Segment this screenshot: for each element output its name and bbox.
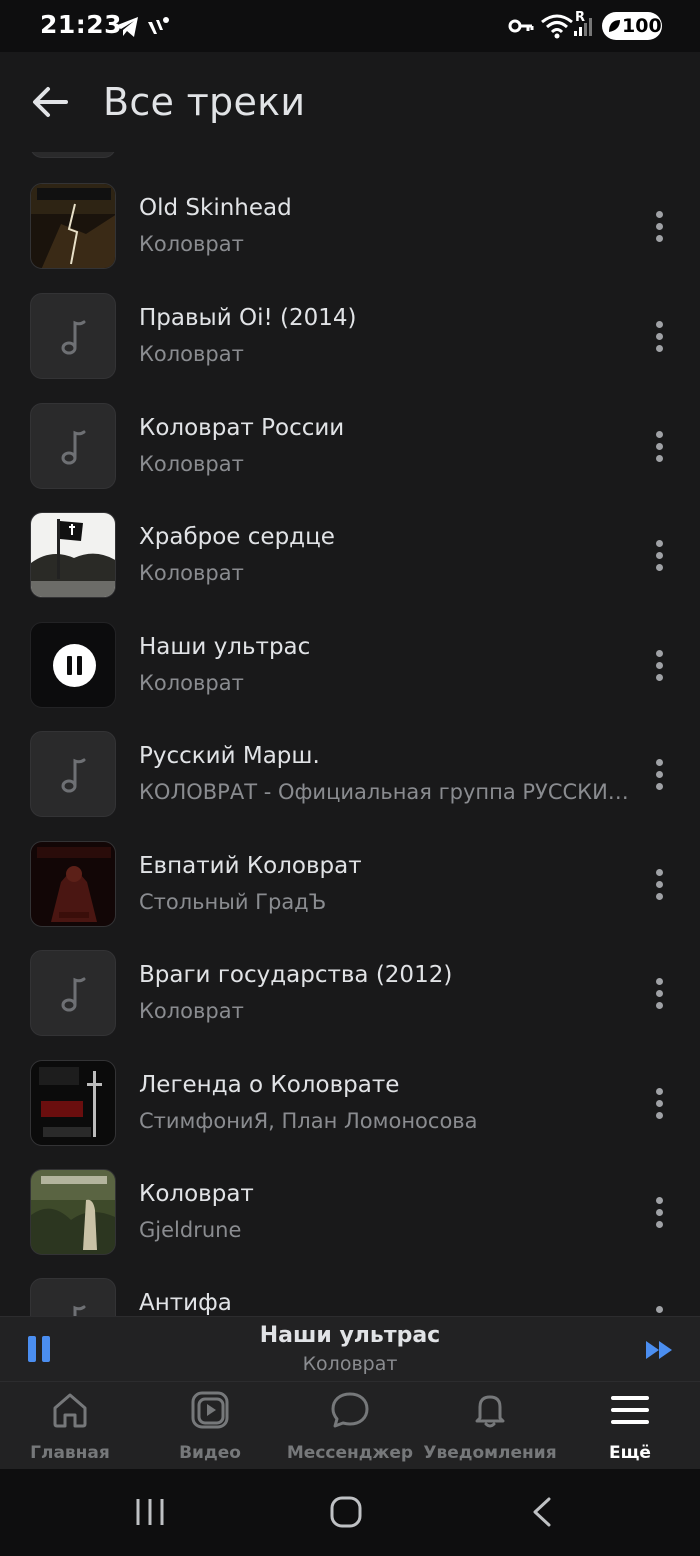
more-options-icon[interactable] xyxy=(645,648,675,684)
more-options-icon[interactable] xyxy=(645,867,675,903)
track-row[interactable]: Легенда о Коловрате СтимфониЯ, План Ломо… xyxy=(0,1060,700,1170)
track-row[interactable]: Храброе сердце Коловрат xyxy=(0,512,700,622)
tab-label: Уведомления xyxy=(423,1443,557,1463)
more-options-icon[interactable] xyxy=(645,1195,675,1231)
music-note-placeholder-icon xyxy=(30,403,116,489)
music-note-placeholder-icon xyxy=(30,950,116,1036)
track-artist[interactable]: Коловрат xyxy=(139,999,629,1023)
more-options-icon[interactable] xyxy=(645,209,675,245)
more-options-icon[interactable] xyxy=(645,1086,675,1122)
tab-more[interactable]: Ещё xyxy=(560,1382,700,1470)
tab-video[interactable]: Видео xyxy=(140,1382,280,1470)
tab-label: Главная xyxy=(30,1443,110,1463)
status-bar: 21:23 R 100 xyxy=(0,0,700,52)
track-artist[interactable]: Коловрат xyxy=(139,561,629,585)
menu-icon xyxy=(611,1396,649,1424)
track-row[interactable]: Правый Oi! (2014) Коловрат xyxy=(0,293,700,403)
track-title: Наши ультрас xyxy=(139,634,311,660)
track-title: Храброе сердце xyxy=(139,524,335,550)
track-artist[interactable]: Коловрат xyxy=(139,671,629,695)
battery-saver-icon xyxy=(609,20,620,32)
battery-level: 100 xyxy=(622,15,662,37)
bottom-tab-bar: Главная Видео Мессенджер Уведомления Ещё xyxy=(0,1381,700,1469)
next-track-icon[interactable] xyxy=(644,1337,676,1363)
track-title: Антифа xyxy=(139,1290,232,1316)
home-button-icon[interactable] xyxy=(330,1496,362,1528)
telegram-icon xyxy=(115,17,138,37)
more-options-icon[interactable] xyxy=(645,976,675,1012)
album-cover-image xyxy=(30,183,116,269)
video-icon xyxy=(191,1391,229,1429)
music-note-placeholder-icon xyxy=(30,731,116,817)
more-options-icon[interactable] xyxy=(645,319,675,355)
track-row[interactable]: Враги государства (2012) Коловрат xyxy=(0,950,700,1060)
track-artist[interactable]: СтимфониЯ, План Ломоносова xyxy=(139,1109,629,1133)
track-title: Коловрат России xyxy=(139,415,345,441)
track-title: Русский Марш. xyxy=(139,743,320,769)
system-back-icon[interactable] xyxy=(530,1497,554,1527)
track-row[interactable]: Евпатий Коловрат Стольный ГрадЪ xyxy=(0,841,700,951)
track-artist[interactable]: Стольный ГрадЪ xyxy=(139,890,629,914)
track-row[interactable]: Коловрат Gjeldrune xyxy=(0,1169,700,1279)
album-cover-image xyxy=(30,1169,116,1255)
music-note-placeholder-icon xyxy=(30,293,116,379)
track-title: Коловрат xyxy=(139,1181,254,1207)
track-row[interactable]: Русский Марш. КОЛОВРАТ - Официальная гру… xyxy=(0,731,700,841)
track-list[interactable]: Old Skinhead Коловрат Правый Oi! (2014) … xyxy=(0,128,700,1316)
signal-icon xyxy=(574,18,592,36)
more-options-icon[interactable] xyxy=(645,429,675,465)
track-artist[interactable]: Коловрат xyxy=(139,232,629,256)
track-artist[interactable]: КОЛОВРАТ - Официальная группа РУССКИ… xyxy=(139,780,629,804)
page-header: Все треки xyxy=(0,52,700,152)
track-row-playing[interactable]: Наши ультрас Коловрат xyxy=(0,622,700,732)
album-cover-image xyxy=(30,841,116,927)
track-title: Евпатий Коловрат xyxy=(139,853,362,879)
page-title: Все треки xyxy=(103,80,306,124)
now-playing-cover[interactable] xyxy=(30,622,116,708)
tab-label: Ещё xyxy=(609,1443,651,1463)
wifi-icon xyxy=(541,14,573,39)
battery-indicator: 100 xyxy=(602,12,662,40)
tab-messenger[interactable]: Мессенджер xyxy=(280,1382,420,1470)
track-title: Old Skinhead xyxy=(139,195,292,221)
more-options-icon[interactable] xyxy=(645,1304,675,1316)
player-track-artist: Коловрат xyxy=(302,1353,398,1375)
vk-notification-icon xyxy=(148,17,169,34)
track-title: Правый Oi! (2014) xyxy=(139,305,357,331)
music-note-placeholder-icon xyxy=(30,1278,116,1316)
back-arrow-icon[interactable] xyxy=(28,80,72,124)
album-cover-image xyxy=(30,512,116,598)
mini-player[interactable]: Наши ультрас Коловрат xyxy=(0,1316,700,1381)
recent-apps-icon[interactable] xyxy=(134,1497,166,1527)
pause-icon[interactable] xyxy=(53,644,96,687)
track-row[interactable]: Антифа xyxy=(0,1278,700,1316)
status-time: 21:23 xyxy=(40,10,123,39)
track-artist[interactable]: Коловрат xyxy=(139,452,629,476)
track-artist[interactable]: Коловрат xyxy=(139,342,629,366)
key-icon xyxy=(508,19,534,33)
more-options-icon[interactable] xyxy=(645,538,675,574)
system-navigation-bar xyxy=(0,1469,700,1556)
tab-notifications[interactable]: Уведомления xyxy=(420,1382,560,1470)
chat-icon xyxy=(331,1392,369,1428)
track-title: Легенда о Коловрате xyxy=(139,1072,400,1098)
screen: 21:23 R 100 Все треки Old Skinhead Колов… xyxy=(0,0,700,1556)
track-row[interactable]: Коловрат России Коловрат xyxy=(0,403,700,513)
track-artist[interactable]: Gjeldrune xyxy=(139,1218,629,1242)
bell-icon xyxy=(475,1395,505,1428)
track-title: Враги государства (2012) xyxy=(139,962,453,988)
tab-label: Видео xyxy=(179,1443,241,1463)
home-icon xyxy=(53,1393,87,1428)
track-row[interactable]: Old Skinhead Коловрат xyxy=(0,183,700,293)
tab-home[interactable]: Главная xyxy=(0,1382,140,1470)
player-track-title: Наши ультрас xyxy=(259,1323,441,1348)
tab-label: Мессенджер xyxy=(286,1443,414,1463)
more-options-icon[interactable] xyxy=(645,757,675,793)
album-cover-image xyxy=(30,1060,116,1146)
